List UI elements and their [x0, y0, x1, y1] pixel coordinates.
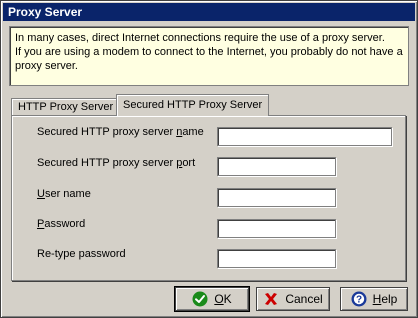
help-label: Help [372, 292, 398, 306]
user-name-input[interactable] [217, 188, 336, 207]
password-label: Password [37, 218, 86, 230]
info-line-2: If you are using a modem to connect to t… [15, 46, 403, 58]
ok-button[interactable]: OK [174, 286, 250, 312]
tab-secured-http-proxy-server[interactable]: Secured HTTP Proxy Server [116, 94, 270, 116]
info-line-3: proxy server. [15, 60, 78, 72]
cancel-label: Cancel [285, 292, 323, 306]
info-box: In many cases, direct Internet connectio… [9, 26, 409, 86]
server-port-label: Secured HTTP proxy server port [37, 157, 196, 169]
tab-panel-secured-http: Secured HTTP proxy server name Secured H… [11, 115, 406, 281]
retype-password-label: Re-type password [37, 248, 126, 260]
server-name-input[interactable] [217, 127, 392, 146]
svg-text:?: ? [356, 295, 362, 306]
password-input[interactable] [217, 219, 336, 238]
x-icon [265, 293, 278, 305]
proxy-server-dialog: Proxy Server In many cases, direct Inter… [0, 0, 418, 318]
window-title: Proxy Server [8, 5, 83, 19]
help-button[interactable]: ? Help [340, 287, 408, 311]
info-line-1: In many cases, direct Internet connectio… [15, 32, 385, 44]
ok-label: OK [214, 292, 232, 306]
retype-password-input[interactable] [217, 249, 336, 268]
cancel-button[interactable]: Cancel [256, 287, 330, 311]
server-port-input[interactable] [217, 157, 336, 176]
user-name-label: User name [37, 188, 91, 200]
server-name-label: Secured HTTP proxy server name [37, 126, 204, 138]
tab-http-proxy-server[interactable]: HTTP Proxy Server [11, 98, 121, 116]
help-icon: ? [351, 291, 367, 307]
check-icon [192, 291, 208, 307]
title-bar[interactable]: Proxy Server [3, 3, 415, 21]
